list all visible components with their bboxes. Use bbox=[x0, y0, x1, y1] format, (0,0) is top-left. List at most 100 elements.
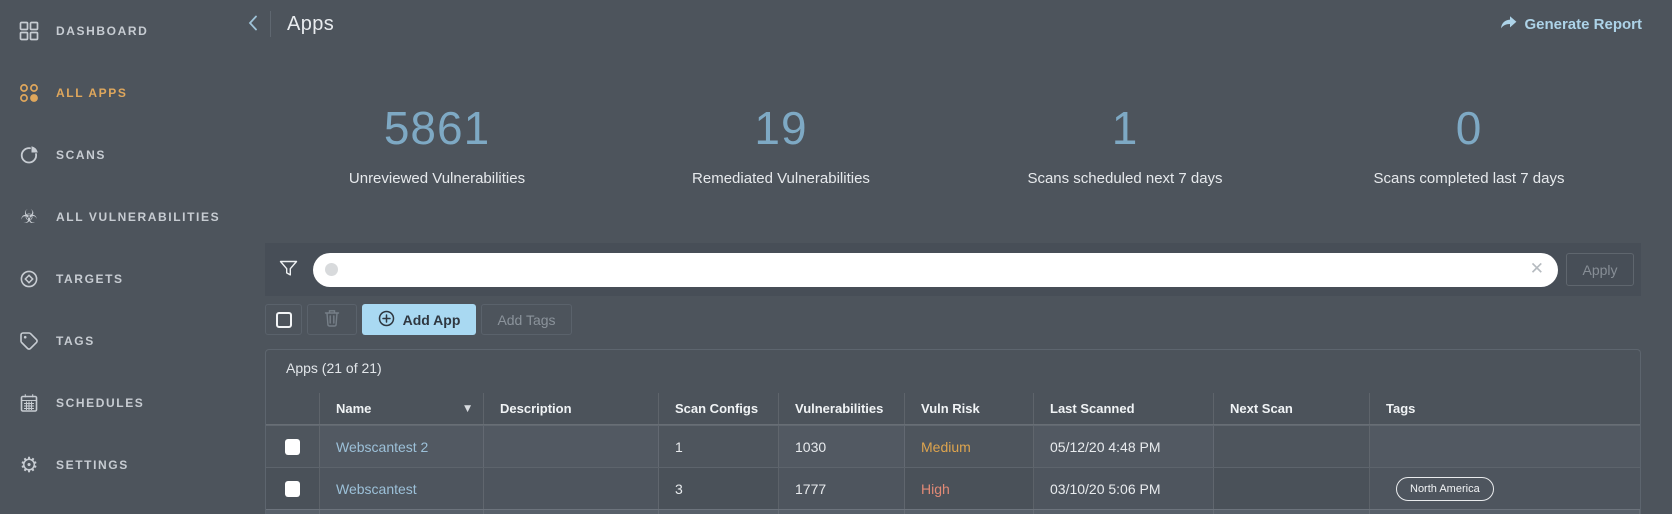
sidebar-item-tags[interactable]: TAGS bbox=[0, 310, 250, 372]
stat-value: 5861 bbox=[265, 104, 609, 152]
chevron-left-icon bbox=[246, 14, 260, 35]
table-header-row: Name▼ Description Scan Configs Vulnerabilit… bbox=[266, 393, 1640, 425]
sidebar-item-label: SETTINGS bbox=[56, 458, 129, 472]
cell-empty bbox=[1214, 510, 1370, 514]
table-body: Webscantest 2 11030Medium05/12/20 4:48 PM… bbox=[266, 425, 1640, 514]
app-root: DASHBOARDALL APPS SCANS ☣ ALL VULNERABILITI… bbox=[0, 0, 1672, 514]
column-header-vuln-risk[interactable]: Vuln Risk bbox=[905, 393, 1034, 424]
sidebar-item-schedules[interactable]: SCHEDULES bbox=[0, 372, 250, 434]
stat-label: Remediated Vulnerabilities bbox=[609, 170, 953, 187]
stat-label: Unreviewed Vulnerabilities bbox=[265, 170, 609, 187]
sidebar-item-label: TARGETS bbox=[56, 272, 124, 286]
tag-pill[interactable]: North America bbox=[1396, 477, 1494, 501]
column-header-label: Vuln Risk bbox=[921, 401, 980, 416]
row-checkbox[interactable] bbox=[285, 439, 300, 455]
all-apps-icon bbox=[18, 82, 40, 104]
cell-empty bbox=[1034, 510, 1214, 514]
row-checkbox-cell bbox=[266, 468, 320, 509]
delete-button[interactable] bbox=[307, 304, 357, 335]
stat-card: 0 Scans completed last 7 days bbox=[1297, 104, 1641, 187]
scans-icon bbox=[18, 144, 40, 166]
circle-plus-icon bbox=[378, 310, 395, 330]
filter-search-input[interactable] bbox=[346, 262, 1530, 278]
row-checkbox[interactable] bbox=[285, 481, 300, 497]
actions-toolbar: Add App Add Tags bbox=[265, 304, 1641, 335]
cell-last-scanned: 03/10/20 5:06 PM bbox=[1034, 468, 1214, 509]
back-button[interactable] bbox=[242, 11, 264, 37]
add-app-button[interactable]: Add App bbox=[362, 304, 476, 335]
page-title: Apps bbox=[287, 13, 334, 36]
column-header-label: Name bbox=[336, 401, 371, 416]
cell-empty bbox=[320, 510, 484, 514]
calendar-icon bbox=[18, 392, 40, 414]
generate-report-button[interactable]: Generate Report bbox=[1500, 15, 1642, 33]
column-header-vulnerabilities[interactable]: Vulnerabilities bbox=[779, 393, 905, 424]
cell-next-scan bbox=[1214, 468, 1370, 509]
cell-scan-configs: 1 bbox=[659, 426, 779, 467]
search-dot-icon bbox=[325, 263, 338, 276]
column-header-label: Vulnerabilities bbox=[795, 401, 883, 416]
sidebar-item-settings[interactable]: ⚙SETTINGS bbox=[0, 434, 250, 496]
header-divider bbox=[270, 11, 271, 37]
sidebar-item-dashboard[interactable]: DASHBOARD bbox=[0, 0, 250, 62]
app-name-link[interactable]: Webscantest 2 bbox=[336, 439, 428, 455]
cell-name: Webscantest 2 bbox=[320, 426, 484, 467]
cell-vulnerabilities: 1030 bbox=[779, 426, 905, 467]
table-title: Apps (21 of 21) bbox=[266, 350, 1640, 382]
add-tags-button[interactable]: Add Tags bbox=[481, 304, 572, 335]
tag-icon bbox=[18, 330, 40, 352]
sidebar-item-label: TAGS bbox=[56, 334, 95, 348]
biohazard-icon: ☣ bbox=[18, 206, 40, 228]
page-header: Apps Generate Report bbox=[250, 0, 1672, 48]
sidebar-item-targets[interactable]: TARGETS bbox=[0, 248, 250, 310]
cell-empty bbox=[905, 510, 1034, 514]
stat-card: 1Scans scheduled next 7 days bbox=[953, 104, 1297, 187]
column-header-label: Next Scan bbox=[1230, 401, 1293, 416]
cell-empty bbox=[659, 510, 779, 514]
column-header-tags[interactable]: Tags bbox=[1370, 393, 1640, 424]
column-header-label: Tags bbox=[1386, 401, 1415, 416]
column-header-next-scan[interactable]: Next Scan bbox=[1214, 393, 1370, 424]
stats-row: 5861 Unreviewed Vulnerabilities 19 Remediat… bbox=[265, 104, 1641, 187]
stat-label: Scans scheduled next 7 days bbox=[953, 170, 1297, 187]
cell-tags: North America bbox=[1370, 468, 1640, 509]
cell-vuln-risk: High bbox=[905, 468, 1034, 509]
cell-vuln-risk: Medium bbox=[905, 426, 1034, 467]
select-all-checkbox[interactable] bbox=[265, 304, 302, 335]
dashboard-icon bbox=[18, 20, 40, 42]
column-header-name[interactable]: Name▼ bbox=[320, 393, 484, 424]
filter-search-pill: ✕ bbox=[313, 253, 1558, 287]
target-icon bbox=[18, 268, 40, 290]
column-header-scan-configs[interactable]: Scan Configs bbox=[659, 393, 779, 424]
apply-button[interactable]: Apply bbox=[1566, 253, 1634, 286]
row-checkbox-cell bbox=[266, 426, 320, 467]
cell-description bbox=[484, 468, 659, 509]
cell-empty bbox=[779, 510, 905, 514]
column-header-label: Description bbox=[500, 401, 572, 416]
app-name-link[interactable]: Webscantest bbox=[336, 481, 417, 497]
sidebar-item-scans[interactable]: SCANS bbox=[0, 124, 250, 186]
column-header-description[interactable]: Description bbox=[484, 393, 659, 424]
filter-funnel-button[interactable] bbox=[271, 253, 305, 287]
stat-value: 19 bbox=[609, 104, 953, 152]
sidebar-item-label: SCANS bbox=[56, 148, 106, 162]
column-header-checkbox bbox=[266, 393, 320, 424]
cell-empty bbox=[266, 510, 320, 514]
sidebar-item-label: ALL VULNERABILITIES bbox=[56, 210, 220, 224]
cell-scan-configs: 3 bbox=[659, 468, 779, 509]
funnel-icon bbox=[279, 260, 298, 280]
generate-report-label: Generate Report bbox=[1524, 16, 1642, 33]
stat-value: 0 bbox=[1297, 104, 1641, 152]
cell-last-scanned: 05/12/20 4:48 PM bbox=[1034, 426, 1214, 467]
checkbox-icon bbox=[276, 312, 292, 328]
stat-label: Scans completed last 7 days bbox=[1297, 170, 1641, 187]
share-arrow-icon bbox=[1500, 15, 1517, 33]
filter-bar: ✕ Apply bbox=[265, 243, 1641, 296]
column-header-label: Last Scanned bbox=[1050, 401, 1135, 416]
cell-name: Webscantest bbox=[320, 468, 484, 509]
column-header-last-scanned[interactable]: Last Scanned bbox=[1034, 393, 1214, 424]
sidebar-item-all-apps[interactable]: ALL APPS bbox=[0, 62, 250, 124]
clear-x-icon[interactable]: ✕ bbox=[1530, 261, 1544, 278]
table-row: Webscantest31777High03/10/20 5:06 PMNort… bbox=[266, 467, 1640, 509]
sidebar-item-all-vulnerabilities[interactable]: ☣ ALL VULNERABILITIES bbox=[0, 186, 250, 248]
